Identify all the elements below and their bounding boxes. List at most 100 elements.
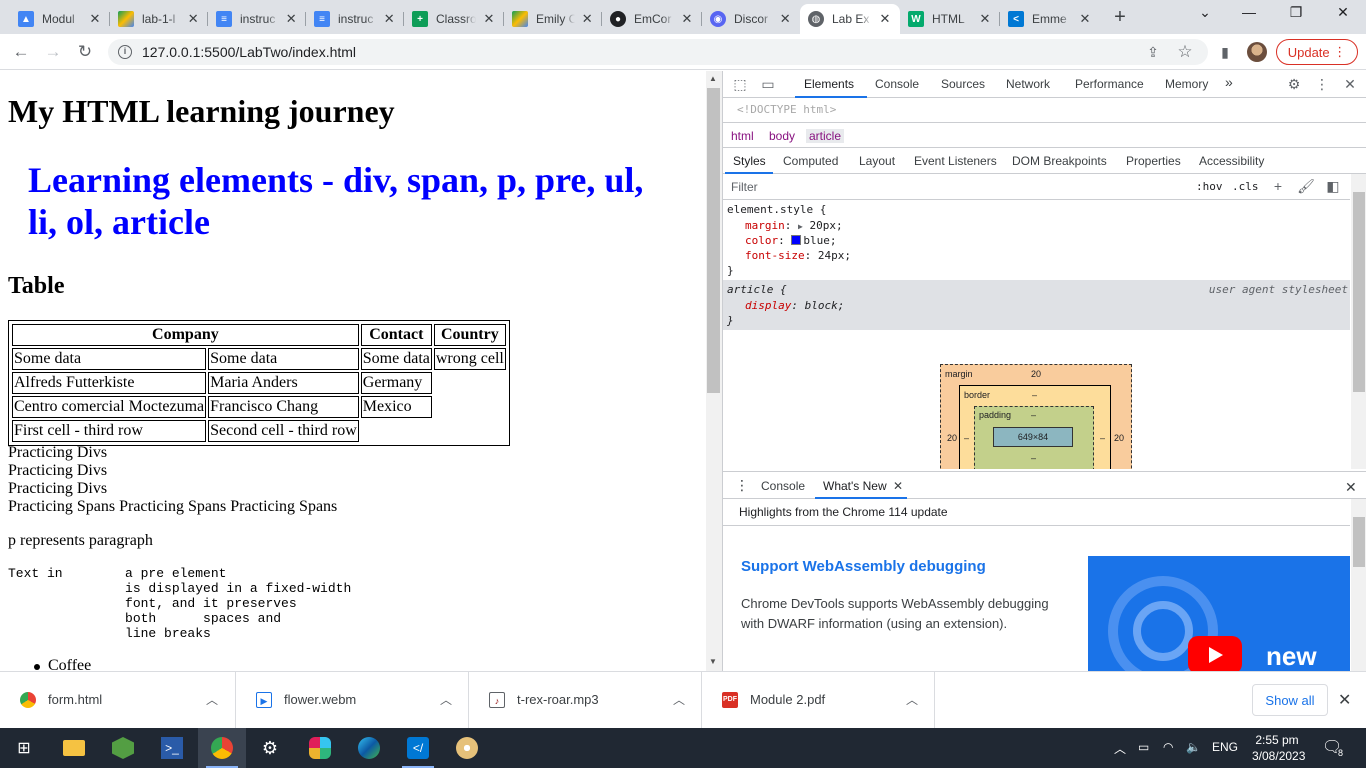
drawer-tab-console[interactable]: Console bbox=[761, 479, 805, 493]
browser-tab[interactable]: ≡ instruc ✕ bbox=[208, 4, 306, 34]
subtab-dom-breakpoints[interactable]: DOM Breakpoints bbox=[1012, 154, 1107, 168]
tab-performance[interactable]: Performance bbox=[1075, 77, 1144, 91]
browser-tab[interactable]: < Emme ✕ bbox=[1000, 4, 1100, 34]
window-close-button[interactable]: ✕ bbox=[1331, 4, 1355, 21]
download-item[interactable]: form.html ︿ bbox=[0, 672, 236, 729]
address-bar[interactable]: i 127.0.0.1:5500/LabTwo/index.html bbox=[108, 39, 1208, 65]
download-item[interactable]: ♪ t-rex-roar.mp3 ︿ bbox=[469, 672, 702, 729]
browser-tab[interactable]: lab-1-l ✕ bbox=[110, 4, 208, 34]
update-button[interactable]: Update ⋮ bbox=[1276, 39, 1358, 65]
box-model-content[interactable]: 649×84 bbox=[993, 427, 1073, 447]
rule-selector[interactable]: element.style { bbox=[727, 202, 826, 217]
tab-memory[interactable]: Memory bbox=[1165, 77, 1208, 91]
download-item[interactable]: ▶ flower.webm ︿ bbox=[236, 672, 469, 729]
more-tabs-icon[interactable]: » bbox=[1225, 74, 1233, 90]
powershell-button[interactable]: >_ bbox=[148, 728, 196, 768]
browser-tab[interactable]: ≡ instruc ✕ bbox=[306, 4, 404, 34]
style-property[interactable]: color: blue; bbox=[745, 233, 837, 248]
subtab-layout[interactable]: Layout bbox=[859, 154, 895, 168]
color-swatch[interactable] bbox=[791, 235, 802, 245]
tab-console[interactable]: Console bbox=[875, 77, 919, 91]
new-tab-button[interactable]: + bbox=[1108, 6, 1132, 29]
close-devtools-icon[interactable]: ✕ bbox=[1341, 76, 1359, 93]
scroll-up-arrow-icon[interactable]: ▲ bbox=[709, 74, 717, 83]
breadcrumb-body[interactable]: body bbox=[769, 129, 795, 143]
cls-toggle[interactable]: .cls bbox=[1232, 180, 1259, 193]
close-tab-icon[interactable]: ✕ bbox=[893, 479, 903, 493]
scroll-thumb[interactable] bbox=[707, 88, 720, 393]
tab-network[interactable]: Network bbox=[1006, 77, 1050, 91]
close-icon[interactable]: ✕ bbox=[1078, 11, 1092, 27]
subtab-properties[interactable]: Properties bbox=[1126, 154, 1181, 168]
border-top-value[interactable]: – bbox=[1032, 390, 1037, 400]
drawer-scrollbar[interactable] bbox=[1351, 499, 1366, 671]
chevron-up-tray-icon[interactable]: ︿ bbox=[1114, 740, 1126, 757]
back-button[interactable]: ← bbox=[10, 41, 32, 63]
whats-new-video-thumbnail[interactable]: new bbox=[1088, 556, 1350, 671]
forward-button[interactable]: → bbox=[42, 41, 64, 63]
profile-avatar[interactable] bbox=[1247, 42, 1267, 62]
more-options-icon[interactable]: ⋮ bbox=[1313, 76, 1331, 93]
styles-scrollbar[interactable] bbox=[1351, 174, 1366, 469]
subtab-computed[interactable]: Computed bbox=[783, 154, 838, 168]
slack-button[interactable] bbox=[296, 728, 344, 768]
feature-title-link[interactable]: Support WebAssembly debugging bbox=[741, 558, 986, 575]
border-right-value[interactable]: – bbox=[1100, 433, 1105, 443]
restore-button[interactable]: ❐ bbox=[1284, 4, 1308, 21]
close-icon[interactable]: ✕ bbox=[285, 11, 298, 27]
windows-start-button[interactable]: ⊞ bbox=[0, 728, 48, 768]
browser-tab[interactable]: ◉ Discor ✕ bbox=[702, 4, 800, 34]
chevron-up-icon[interactable]: ︿ bbox=[206, 691, 218, 708]
tab-elements[interactable]: Elements bbox=[804, 77, 854, 91]
box-model-padding[interactable]: padding – – 649×84 bbox=[974, 406, 1094, 469]
styles-filter-input[interactable]: Filter bbox=[727, 177, 1185, 197]
tab-sources[interactable]: Sources bbox=[941, 77, 985, 91]
inspect-element-icon[interactable]: ⬚ bbox=[731, 76, 749, 93]
close-shelf-icon[interactable]: ✕ bbox=[1338, 690, 1351, 710]
close-icon[interactable]: ✕ bbox=[978, 11, 992, 27]
drawer-tab-whats-new[interactable]: What's New bbox=[823, 479, 887, 493]
close-icon[interactable]: ✕ bbox=[779, 11, 792, 27]
address-url[interactable]: 127.0.0.1:5500/LabTwo/index.html bbox=[142, 44, 356, 60]
battery-icon[interactable]: ▭ bbox=[1138, 740, 1149, 754]
margin-left-value[interactable]: 20 bbox=[947, 433, 957, 443]
edge-button[interactable] bbox=[345, 728, 393, 768]
close-icon[interactable]: ✕ bbox=[581, 11, 594, 27]
chevron-up-icon[interactable]: ︿ bbox=[673, 691, 685, 708]
breadcrumb-article[interactable]: article bbox=[806, 129, 845, 143]
margin-right-value[interactable]: 20 bbox=[1114, 433, 1124, 443]
close-icon[interactable]: ✕ bbox=[383, 11, 396, 27]
box-model-border[interactable]: border – – – padding – – 649×84 bbox=[959, 385, 1111, 469]
close-icon[interactable]: ✕ bbox=[878, 11, 892, 27]
file-explorer-button[interactable] bbox=[50, 728, 98, 768]
browser-tab[interactable]: W HTML ✕ bbox=[900, 4, 1000, 34]
browser-tab[interactable]: ▲ Modul ✕ bbox=[10, 4, 110, 34]
rule-selector[interactable]: article { bbox=[727, 282, 787, 297]
chevron-up-icon[interactable]: ︿ bbox=[906, 691, 918, 708]
reload-button[interactable]: ↻ bbox=[74, 41, 96, 63]
download-item[interactable]: PDF Module 2.pdf ︿ bbox=[702, 672, 935, 729]
new-rule-plus-icon[interactable]: + bbox=[1269, 178, 1287, 194]
close-icon[interactable]: ✕ bbox=[680, 11, 694, 27]
settings-button[interactable]: ⚙ bbox=[246, 728, 294, 768]
expand-triangle-icon[interactable]: ▶ bbox=[798, 222, 803, 231]
browser-tab[interactable]: ● EmCor ✕ bbox=[602, 4, 702, 34]
chevron-up-icon[interactable]: ︿ bbox=[440, 691, 452, 708]
wifi-icon[interactable]: ◠ bbox=[1163, 740, 1173, 754]
breadcrumb-html[interactable]: html bbox=[731, 129, 754, 143]
settings-gear-icon[interactable]: ⚙ bbox=[1285, 76, 1303, 93]
minimize-button[interactable]: — bbox=[1237, 4, 1261, 20]
doctype-node[interactable]: <!DOCTYPE html> bbox=[737, 103, 836, 116]
margin-top-value[interactable]: 20 bbox=[1031, 369, 1041, 379]
paint-icon[interactable]: 🖌 bbox=[1297, 178, 1315, 195]
toggle-sidebar-icon[interactable]: ◧ bbox=[1324, 178, 1342, 195]
style-property[interactable]: font-size: 24px; bbox=[745, 248, 851, 263]
page-scrollbar[interactable]: ▲ ▼ bbox=[706, 71, 722, 671]
system-clock[interactable]: 2:55 pm 3/08/2023 bbox=[1252, 732, 1305, 764]
subtab-styles[interactable]: Styles bbox=[733, 154, 766, 168]
nodejs-button[interactable] bbox=[99, 728, 147, 768]
close-icon[interactable]: ✕ bbox=[88, 11, 102, 27]
site-info-icon[interactable]: i bbox=[118, 45, 132, 59]
youtube-play-icon[interactable] bbox=[1188, 636, 1242, 671]
close-icon[interactable]: ✕ bbox=[187, 11, 200, 27]
